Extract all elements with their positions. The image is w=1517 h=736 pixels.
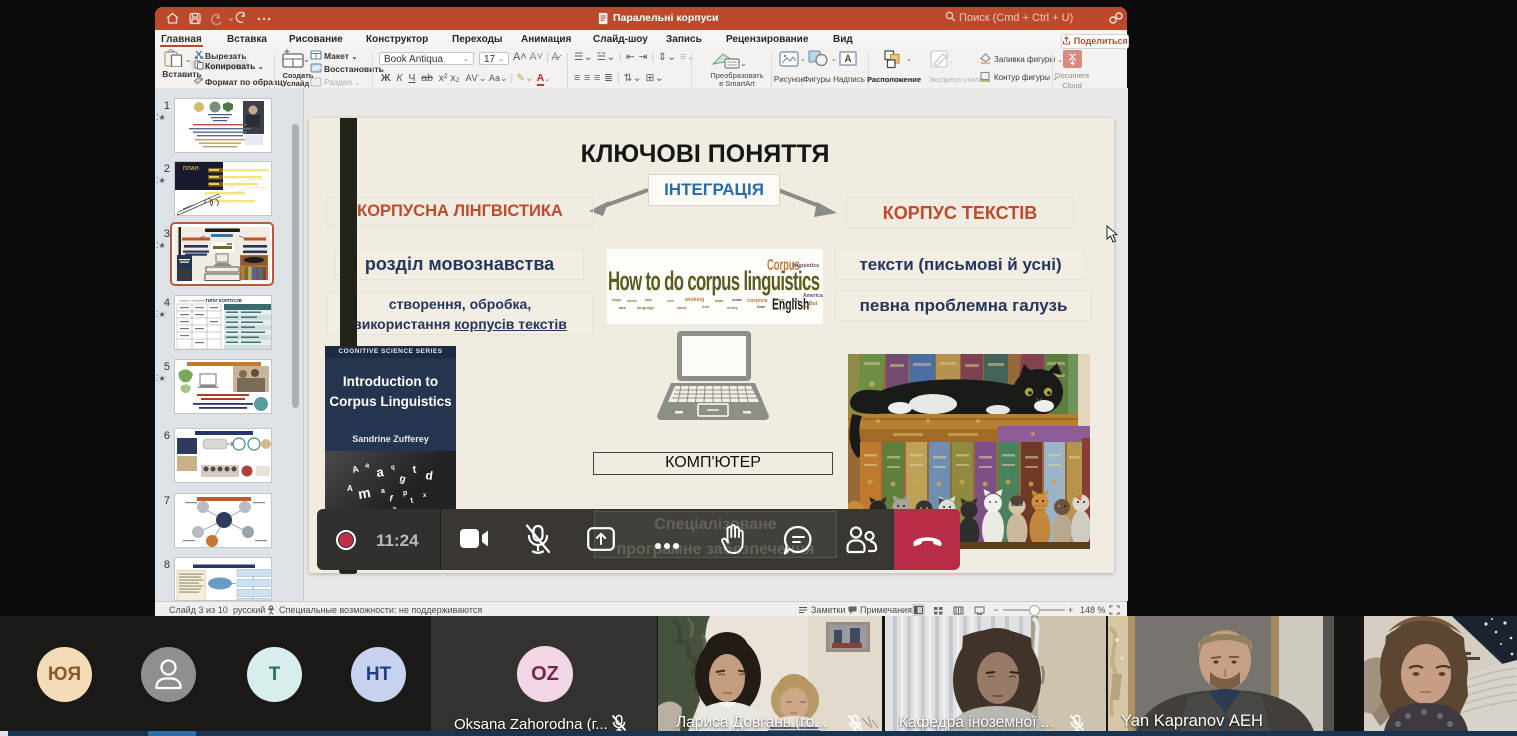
svg-text:a: a: [381, 488, 385, 495]
svg-text:3 дискл. більшими: 3 дискл. більшими: [179, 299, 205, 303]
svg-text:make: make: [732, 297, 743, 302]
svg-text:⌄: ⌄: [948, 56, 953, 65]
svg-text:x: x: [423, 493, 427, 499]
svg-text:p: p: [403, 490, 407, 497]
svg-text:word: word: [676, 305, 687, 310]
svg-text:t: t: [412, 464, 417, 476]
svg-text:language: language: [637, 305, 655, 310]
svg-text:ТИПИ КОРПУСІВ: ТИПИ КОРПУСІВ: [205, 298, 242, 303]
svg-text:A: A: [347, 484, 353, 493]
svg-text:А: А: [844, 54, 851, 65]
svg-text:g: g: [398, 473, 407, 485]
svg-text:d: d: [424, 468, 433, 483]
svg-text:this: this: [702, 304, 710, 309]
svg-text:look: look: [782, 305, 791, 310]
svg-text:A: A: [350, 463, 359, 474]
svg-text:them: them: [775, 297, 785, 302]
svg-text:⌄: ⌄: [740, 59, 745, 68]
svg-text:talk: talk: [645, 297, 653, 302]
svg-text:data: data: [715, 298, 724, 303]
svg-text:word: word: [626, 298, 637, 303]
svg-text:m: m: [356, 484, 371, 502]
svg-text:flage: flage: [612, 297, 622, 302]
svg-text:working: working: [684, 297, 704, 303]
svg-text:ПЛАН: ПЛАН: [183, 166, 199, 172]
svg-text:text: text: [792, 298, 800, 303]
svg-text:use: use: [667, 298, 675, 303]
svg-text:study: study: [727, 305, 738, 310]
svg-text:f: f: [388, 493, 394, 504]
svg-text:a: a: [375, 464, 385, 480]
svg-text:see: see: [619, 305, 626, 310]
svg-text:BNC: BNC: [802, 304, 811, 309]
svg-text:t: t: [409, 496, 414, 505]
svg-text:q: q: [391, 465, 395, 471]
svg-text:a: a: [364, 462, 369, 470]
svg-text:time: time: [757, 304, 766, 309]
